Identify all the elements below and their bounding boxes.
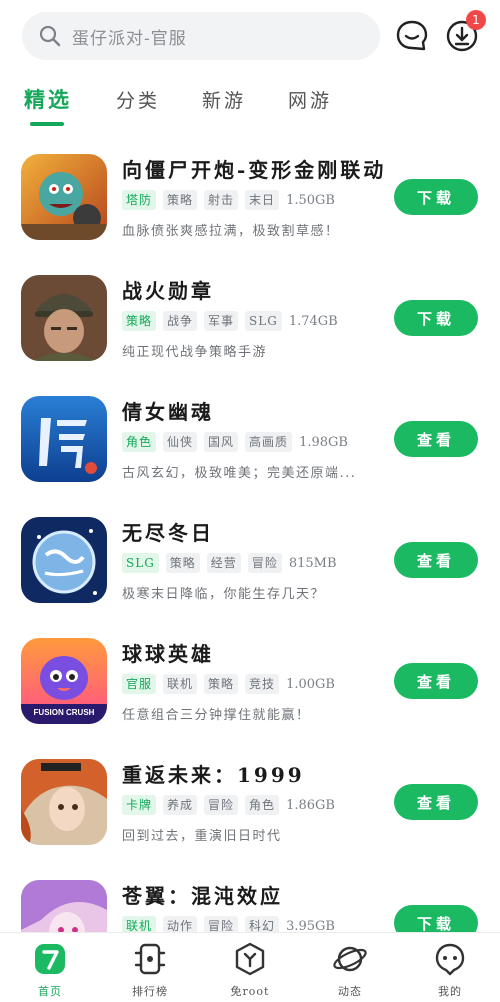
game-icon-qiannv [21,396,107,482]
tab-online-games[interactable]: 网游 [288,86,332,113]
list-item[interactable]: 向僵尸开炮-变形金刚联动 塔防 策略 射击 末日 1.50GB 血脉偾张爽感拉满… [0,140,500,250]
nav-profile[interactable]: 我的 [420,941,480,999]
game-tag: 养成 [163,795,198,815]
list-item[interactable]: 倩女幽魂 角色 仙侠 国风 高画质 1.98GB 古风玄幻，极致唯美；完美还原端… [0,382,500,492]
game-tag: 策略 [165,553,200,573]
search-icon [39,25,61,47]
ranking-icon [134,943,166,975]
game-size: 1.98GB [299,434,348,450]
game-tag: 冒险 [204,795,239,815]
game-tag: 策略 [122,311,157,331]
nav-feed[interactable]: 动态 [320,941,380,999]
game-tag: 策略 [163,190,198,210]
home-icon [35,944,65,974]
game-tag: 射击 [204,190,239,210]
game-title: 向僵尸开炮-变形金刚联动 [122,158,387,182]
game-tag: 卡牌 [122,795,157,815]
nav-ranking[interactable]: 排行榜 [120,941,180,999]
view-button[interactable]: 查看 [394,784,478,820]
view-button[interactable]: 查看 [394,421,478,457]
game-tag: 国风 [204,432,239,452]
game-size: 1.74GB [288,313,338,329]
game-tag: 军事 [204,311,239,331]
nav-label: 首页 [38,985,62,998]
game-tag: 塔防 [122,190,157,210]
game-tag: 战争 [163,311,198,331]
game-tag: SLG [122,553,159,573]
game-size: 815MB [288,555,337,571]
no-root-icon [235,942,265,976]
game-tags: 角色 仙侠 国风 高画质 1.98GB [122,431,348,453]
tab-categories[interactable]: 分类 [116,86,160,113]
game-size: 1.00GB [286,676,335,692]
game-tag: 竞技 [245,674,280,694]
nav-label: 免root [230,985,270,998]
game-icon-fusion-crush: FUSION CRUSH [21,638,107,724]
game-tags: 塔防 策略 射击 末日 1.50GB [122,189,335,211]
game-tags: SLG 策略 经营 冒险 815MB [122,552,337,574]
game-description: 任意组合三分钟撑住就能赢！ [122,708,311,723]
nav-no-root[interactable]: 免root [220,941,280,999]
view-button[interactable]: 查看 [394,663,478,699]
planet-icon [333,946,367,972]
game-description: 血脉偾张爽感拉满，极致割草感！ [122,224,340,239]
game-tags: 卡牌 养成 冒险 角色 1.86GB [122,794,335,816]
game-tags: 官服 联机 策略 竞技 1.00GB [122,673,335,695]
tab-featured[interactable]: 精选 [24,84,72,114]
list-item[interactable]: 重返未来：1999 卡牌 养成 冒险 角色 1.86GB 回到过去，重演旧日时代… [0,745,500,855]
search-bar[interactable]: 蛋仔派对-官服 [22,12,380,60]
search-placeholder: 蛋仔派对-官服 [72,28,187,49]
game-tag: 角色 [122,432,157,452]
game-title: 重返未来：1999 [122,763,305,787]
game-size: 1.86GB [286,797,335,813]
game-tag: 高画质 [245,432,293,452]
download-count-badge: 1 [466,10,486,30]
bottom-navigation: 首页 排行榜 免root 动态 我的 [0,932,500,1002]
game-description: 回到过去，重演旧日时代 [122,829,282,844]
game-description: 纯正现代战争策略手游 [122,345,268,360]
game-tags: 策略 战争 军事 SLG 1.74GB [122,310,338,332]
game-tag: SLG [245,311,282,331]
game-icon-winter [21,517,107,603]
game-icon-soldier [21,275,107,361]
list-item[interactable]: FUSION CRUSH 球球英雄 官服 联机 策略 竞技 1.00GB 任意组… [0,624,500,734]
download-button[interactable]: 下载 [394,179,478,215]
game-size: 1.50GB [286,192,335,208]
nav-label: 我的 [438,985,462,998]
game-tag: 角色 [245,795,280,815]
message-icon[interactable] [394,18,430,54]
game-icon-reverse-1999 [21,759,107,845]
game-title: 倩女幽魂 [122,400,214,424]
game-tag: 策略 [204,674,239,694]
list-item[interactable]: 无尽冬日 SLG 策略 经营 冒险 815MB 极寒末日降临，你能生存几天？ 查… [0,503,500,613]
game-title: 球球英雄 [122,642,214,666]
game-icon-caption: FUSION CRUSH [33,708,95,717]
nav-home[interactable]: 首页 [20,941,80,999]
game-description: 古风玄幻，极致唯美；完美还原端... [122,466,357,481]
game-icon-zombie [21,154,107,240]
tab-new-games[interactable]: 新游 [202,86,246,113]
download-button[interactable]: 下载 [394,300,478,336]
game-title: 战火勋章 [122,279,214,303]
download-manager-button[interactable]: 1 [444,10,486,54]
category-tabs: 精选 分类 新游 网游 [0,80,500,128]
game-title: 苍翼：混沌效应 [122,884,283,908]
game-tag: 经营 [206,553,241,573]
view-button[interactable]: 查看 [394,542,478,578]
nav-label: 排行榜 [132,985,168,998]
game-tag: 末日 [245,190,280,210]
game-tag: 仙侠 [163,432,198,452]
top-bar: 蛋仔派对-官服 1 [0,0,500,74]
game-title: 无尽冬日 [122,521,214,545]
game-tag: 官服 [122,674,157,694]
game-description: 极寒末日降临，你能生存几天？ [122,587,326,602]
game-tag: 冒险 [247,553,282,573]
game-tag: 联机 [163,674,198,694]
list-item[interactable]: 战火勋章 策略 战争 军事 SLG 1.74GB 纯正现代战争策略手游 下载 [0,261,500,371]
profile-icon [435,943,465,976]
nav-label: 动态 [338,985,362,998]
active-tab-indicator [30,122,64,126]
